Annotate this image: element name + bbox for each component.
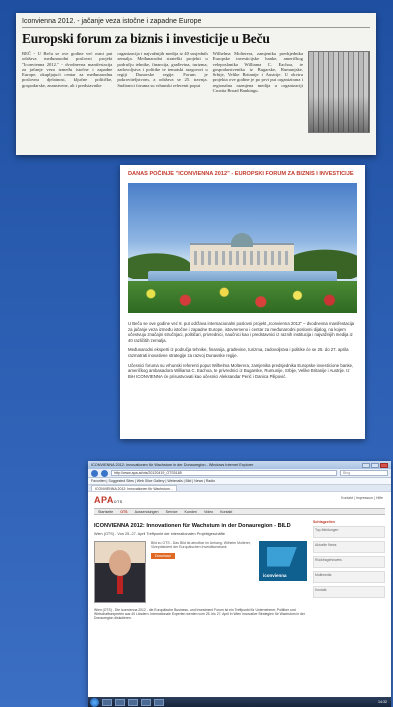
speaker-portrait-photo[interactable]	[94, 540, 146, 603]
menu-item[interactable]: Aussendungen	[135, 509, 159, 514]
newspaper-clipping: Iconvienna 2012. - jačanje veza istočne …	[16, 13, 376, 155]
web-article-paragraph: U Beču se ove godine već 8. put održava …	[128, 321, 355, 343]
iconvienna-logo-label: iconvienna	[263, 572, 287, 578]
ots-media-row: Bild zu OTS - Das Bild ist abrufbar im A…	[94, 540, 307, 603]
browser-titlebar: ICONVIENNA 2012: Innovationen für Wachst…	[88, 461, 391, 469]
taskbar-app-icon[interactable]	[141, 698, 151, 706]
page-main-menu: Startseite OTS Aussendungen Service Kund…	[94, 508, 385, 515]
photo-caption-text: Bild zu OTS - Das Bild ist abrufbar im A…	[151, 540, 251, 550]
newspaper-photo	[307, 51, 370, 133]
menu-item[interactable]: Kontakt	[220, 509, 232, 514]
sidebar-item[interactable]: Kontakt	[313, 586, 385, 598]
iconvienna-logo-image[interactable]: iconvienna	[259, 540, 307, 581]
windows-taskbar: 14:32	[88, 697, 391, 707]
ots-article-title: ICONVIENNA 2012: Innovationen für Wachst…	[94, 523, 291, 529]
minimize-button[interactable]	[362, 462, 370, 468]
sidebar-item[interactable]: Aktuelle News	[313, 541, 385, 553]
menu-item[interactable]: Kunden	[185, 509, 197, 514]
close-button[interactable]	[380, 462, 388, 468]
page-main: ICONVIENNA 2012: Innovationen für Wachst…	[94, 520, 385, 621]
favorites-bar[interactable]: Favoriten | Suggested Sites | Web Slice …	[88, 478, 391, 485]
newspaper-column-1: BEČ - U Beču se ove godine već osmi put …	[22, 51, 113, 88]
menu-item[interactable]: Video	[204, 509, 213, 514]
photo-flowerbed	[128, 281, 357, 313]
ots-article-body: Wien (OTS) - Die Iconvienna 2012 - die E…	[94, 607, 305, 621]
apa-logo-text: APA	[94, 495, 114, 505]
browser-screenshot: ICONVIENNA 2012: Innovationen für Wachst…	[88, 461, 391, 707]
back-arrow-icon[interactable]	[91, 469, 98, 477]
browser-page: APAOTS Kontakt | Impressum | Hilfe Start…	[88, 492, 391, 697]
browser-window-title: ICONVIENNA 2012: Innovationen für Wachst…	[91, 463, 254, 467]
sidebar-heading: Schlagzeilen	[313, 520, 335, 524]
photo-palace-windows	[194, 251, 290, 265]
ots-article: ICONVIENNA 2012: Innovationen für Wachst…	[94, 520, 307, 621]
taskbar-app-icon[interactable]	[128, 698, 138, 706]
taskbar-app-icon[interactable]	[154, 698, 164, 706]
belvedere-palace-photo	[128, 183, 357, 313]
newspaper-column-3: Wilhelma Molterera, zamjenika predsjedni…	[212, 51, 303, 94]
menu-item[interactable]: Startseite	[98, 509, 113, 514]
sidebar-item[interactable]: Multimedia	[313, 571, 385, 583]
browser-tab[interactable]: ICONVIENNA 2012: Innovationen für Wachst…	[91, 485, 177, 491]
menu-item[interactable]: Service	[166, 509, 178, 514]
browser-search-field[interactable]: Bing	[340, 470, 388, 476]
download-button[interactable]: Download	[151, 552, 175, 560]
taskbar-clock: 14:32	[378, 700, 387, 704]
newspaper-columns: BEČ - U Beču se ove godine već osmi put …	[22, 51, 370, 133]
page-top-links[interactable]: Kontakt | Impressum | Hilfe	[341, 496, 383, 500]
newspaper-headline: Europski forum za biznis i investicije u…	[22, 31, 270, 46]
start-orb-icon[interactable]	[90, 697, 99, 707]
web-article-paragraph: Učesnici foruma su vrhunski referenti po…	[128, 362, 354, 379]
ots-article-subtitle: Wien (OTS) - Von 25.-27. April Treffpunk…	[94, 531, 225, 536]
iconvienna-logo-shape	[267, 546, 297, 567]
apa-logo-sub: OTS	[113, 500, 123, 504]
newspaper-column-2: organizacija i najvažnijih medija iz 40 …	[117, 51, 208, 88]
browser-address-bar: http://www.apa.at/ots/20120419_OTS0185 B…	[88, 469, 391, 478]
newspaper-kicker: Iconvienna 2012. - jačanje veza istočne …	[22, 18, 370, 28]
web-article-title: DANAS POČINJE "ICONVIENNA 2012" - EUROPS…	[128, 171, 354, 177]
url-field[interactable]: http://www.apa.at/ots/20120419_OTS0185	[111, 470, 337, 476]
taskbar-app-icon[interactable]	[115, 698, 125, 706]
web-article-clipping: DANAS POČINJE "ICONVIENNA 2012" - EUROPS…	[120, 165, 365, 439]
photo-caption: Bild zu OTS - Das Bild ist abrufbar im A…	[151, 541, 254, 603]
web-article-paragraph: Međunarodni eksperti iz područja tehnike…	[128, 347, 349, 358]
menu-item[interactable]: OTS	[120, 509, 127, 514]
page-sidebar: Schlagzeilen Top-Meldungen Aktuelle News…	[313, 520, 385, 621]
maximize-button[interactable]	[371, 462, 379, 468]
sidebar-item[interactable]: Top-Meldungen	[313, 526, 385, 538]
web-article-body: U Beču se ove godine već 8. put održava …	[128, 321, 357, 379]
taskbar-app-icon[interactable]	[102, 698, 112, 706]
browser-tabbar: ICONVIENNA 2012: Innovationen für Wachst…	[88, 485, 391, 492]
forward-arrow-icon[interactable]	[101, 469, 108, 477]
sidebar-item[interactable]: Rückfragehinweis	[313, 556, 385, 568]
